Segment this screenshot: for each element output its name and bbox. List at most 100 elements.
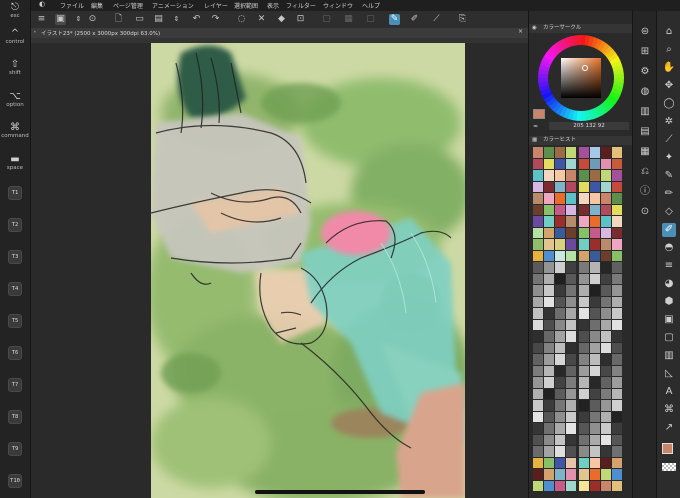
home-indicator[interactable] <box>255 490 425 494</box>
transform-icon[interactable]: ▢ <box>321 14 332 25</box>
fill-tool-icon[interactable]: ⬢ <box>662 295 676 309</box>
color-swatch[interactable] <box>601 296 611 307</box>
color-swatch[interactable] <box>601 193 611 204</box>
menu-page[interactable]: ページ管理 <box>113 1 143 10</box>
pencil-icon[interactable]: ✏ <box>662 187 676 201</box>
color-swatch[interactable] <box>555 204 565 215</box>
sub-tool-icon[interactable]: ▥ <box>638 105 652 119</box>
color-swatch[interactable] <box>590 170 600 181</box>
deselect-icon[interactable]: ◌ <box>236 14 247 25</box>
color-swatch[interactable] <box>590 388 600 399</box>
brush-size-icon[interactable]: ◍ <box>638 85 652 99</box>
color-swatch[interactable] <box>555 158 565 169</box>
color-swatch[interactable] <box>601 423 611 434</box>
color-swatch[interactable] <box>533 170 543 181</box>
color-swatch[interactable] <box>579 285 589 296</box>
menu-view[interactable]: 表示 <box>267 1 279 10</box>
color-swatch[interactable] <box>566 170 576 181</box>
color-swatch[interactable] <box>533 480 543 491</box>
color-swatch[interactable] <box>566 147 576 158</box>
color-swatch[interactable] <box>612 227 622 238</box>
color-swatch[interactable] <box>612 308 622 319</box>
color-swatch[interactable] <box>566 342 576 353</box>
t10-key[interactable]: T10 <box>8 474 22 488</box>
color-swatch[interactable] <box>601 308 611 319</box>
color-swatch[interactable] <box>612 319 622 330</box>
color-swatch[interactable] <box>555 423 565 434</box>
layer-icon[interactable]: ⊜ <box>638 25 652 39</box>
color-swatch[interactable] <box>612 285 622 296</box>
color-swatch[interactable] <box>601 158 611 169</box>
t7-key[interactable]: T7 <box>8 378 22 392</box>
color-swatch[interactable] <box>533 331 543 342</box>
color-swatch[interactable] <box>612 457 622 468</box>
color-swatch[interactable] <box>579 216 589 227</box>
color-swatch[interactable] <box>555 319 565 330</box>
color-swatch[interactable] <box>544 423 554 434</box>
color-swatch[interactable] <box>533 354 543 365</box>
color-swatch[interactable] <box>544 377 554 388</box>
color-swatch[interactable] <box>601 285 611 296</box>
property-icon[interactable]: ⚙ <box>638 65 652 79</box>
color-swatch[interactable] <box>544 342 554 353</box>
color-swatch[interactable] <box>601 469 611 480</box>
crop-icon[interactable]: ⊡ <box>295 14 306 25</box>
color-swatch[interactable] <box>555 354 565 365</box>
share-icon[interactable]: ⎘ <box>457 14 468 25</box>
color-swatch[interactable] <box>612 239 622 250</box>
color-swatch[interactable] <box>566 158 576 169</box>
color-swatch[interactable] <box>566 377 576 388</box>
color-swatch[interactable] <box>590 400 600 411</box>
color-swatch[interactable] <box>612 388 622 399</box>
color-swatch[interactable] <box>601 181 611 192</box>
color-swatch[interactable] <box>555 216 565 227</box>
color-swatch[interactable] <box>612 273 622 284</box>
color-swatch[interactable] <box>533 227 543 238</box>
color-swatch[interactable] <box>566 411 576 422</box>
transparent-color-chip[interactable] <box>662 463 676 471</box>
color-swatch[interactable] <box>566 227 576 238</box>
color-swatch[interactable] <box>579 319 589 330</box>
color-swatch[interactable] <box>579 170 589 181</box>
color-swatch[interactable] <box>533 296 543 307</box>
color-swatch[interactable] <box>566 434 576 445</box>
material-icon[interactable]: ▦ <box>638 145 652 159</box>
color-swatch[interactable] <box>579 400 589 411</box>
color-swatch[interactable] <box>590 204 600 215</box>
t6-key[interactable]: T6 <box>8 346 22 360</box>
color-swatch[interactable] <box>533 273 543 284</box>
color-swatch[interactable] <box>533 250 543 261</box>
color-swatch[interactable] <box>601 354 611 365</box>
color-swatch[interactable] <box>601 400 611 411</box>
color-swatch[interactable] <box>533 469 543 480</box>
text-icon[interactable]: A <box>662 385 676 399</box>
color-swatch[interactable] <box>555 273 565 284</box>
color-swatch[interactable] <box>612 204 622 215</box>
color-swatch[interactable] <box>601 204 611 215</box>
color-swatch[interactable] <box>555 296 565 307</box>
layer-mode-icon[interactable]: ▣ <box>55 14 66 25</box>
color-swatch[interactable] <box>533 319 543 330</box>
hsv-readout[interactable]: 205 132 92 <box>549 122 629 130</box>
color-swatch[interactable] <box>601 331 611 342</box>
color-swatch[interactable] <box>555 434 565 445</box>
space-key[interactable]: ▬ space <box>0 154 30 171</box>
color-swatch[interactable] <box>601 434 611 445</box>
stepper-2-icon[interactable]: ⇕ <box>171 14 182 25</box>
color-swatch[interactable] <box>612 296 622 307</box>
hand-icon[interactable]: ✋ <box>662 61 676 75</box>
fill-icon[interactable]: ◆ <box>276 14 287 25</box>
color-swatch[interactable] <box>590 457 600 468</box>
color-swatch[interactable] <box>612 147 622 158</box>
color-swatch[interactable] <box>579 193 589 204</box>
color-swatch[interactable] <box>544 216 554 227</box>
color-swatch[interactable] <box>590 411 600 422</box>
color-swatch[interactable] <box>590 250 600 261</box>
color-swatch[interactable] <box>544 469 554 480</box>
hamburger-icon[interactable]: ≡ <box>36 14 47 25</box>
color-swatch[interactable] <box>601 388 611 399</box>
color-swatch[interactable] <box>544 204 554 215</box>
color-swatch[interactable] <box>555 331 565 342</box>
color-swatch[interactable] <box>579 273 589 284</box>
color-swatch[interactable] <box>555 400 565 411</box>
